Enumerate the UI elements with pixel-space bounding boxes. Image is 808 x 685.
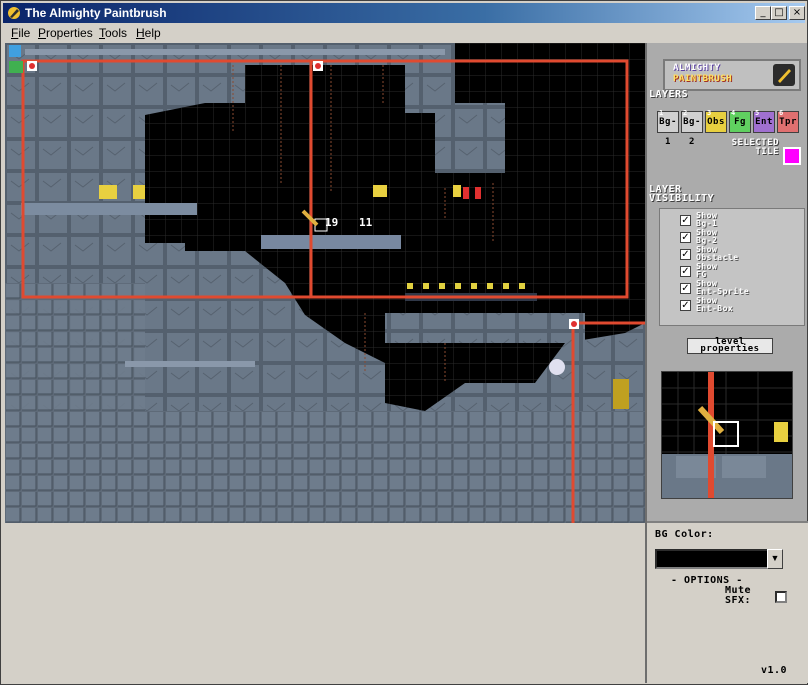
layers-title: LAYERS [649,89,689,100]
app-logo: ALMIGHTY PAINTBRUSH [663,59,801,91]
visibility-label-bg2: Show Bg-2 [696,228,718,245]
window-title: The Almighty Paintbrush [25,6,167,20]
layer-button-tpr[interactable]: 6 Tpr [777,109,799,133]
lower-options: BG Color: ▼ - OPTIONS - Mute SFX: v1.0 [647,521,808,683]
menu-bar: File Properties Tools Help [3,24,805,42]
tool-panel: ALMIGHTY PAINTBRUSH LAYERS 1 Bg-1 2 Bg-2 3… [645,43,808,683]
layer-button-bg1[interactable]: 1 Bg-1 [657,109,679,147]
layer-button-fg[interactable]: 4 Fg [729,109,751,133]
bg-color-select[interactable] [655,549,783,569]
level-properties-button[interactable]: level properties [687,338,773,354]
menu-tools[interactable]: Tools [99,26,127,40]
bg-color-label: BG Color: [655,529,714,540]
visibility-label-fg: Show FG [696,262,718,279]
tile-preview [661,371,793,499]
level-canvas[interactable]: 19 11 [5,43,645,523]
version-label: v1.0 [761,665,788,676]
visibility-label-bg1: Show Bg-1 [696,211,718,228]
visibility-checkbox-fg[interactable]: ✓ [680,266,691,277]
visibility-row-ent-sprite[interactable]: ✓ Show Ent-Sprite [664,279,804,297]
visibility-checkbox-bg2[interactable]: ✓ [680,232,691,243]
title-bar[interactable]: The Almighty Paintbrush _ □ × [3,3,805,23]
visibility-row-ent-box[interactable]: ✓ Show Ent-Box [664,296,804,314]
visibility-checkbox-ent-box[interactable]: ✓ [680,300,691,311]
hud-counter-2: 11 [359,216,373,229]
maximize-button[interactable]: □ [771,6,787,20]
logo-line-1: ALMIGHTY [673,63,721,73]
visibility-label-ent-box: Show Ent-Box [696,296,734,313]
level-map[interactable] [5,43,645,523]
mute-sfx-checkbox[interactable] [775,591,787,603]
visibility-title-2: VISIBILITY [649,193,715,204]
visibility-label-obstacle: Show Obstacle [696,245,739,262]
visibility-label-ent-sprite: Show Ent-Sprite [696,279,750,296]
visibility-row-bg2[interactable]: ✓ Show Bg-2 [664,228,804,246]
tile-preview-image [662,372,792,498]
mute-sfx-label: Mute SFX: [725,585,752,606]
menu-help[interactable]: Help [136,26,161,40]
layer-visibility-list: ✓ Show Bg-1 ✓ Show Bg-2 ✓ Show Obstacle ✓ S… [659,208,805,326]
canvas-empty-area [5,523,645,683]
selected-tile-title: SELECTED TILE [731,138,779,157]
palette-icon [773,64,795,86]
chevron-down-icon[interactable]: ▼ [767,549,783,569]
layer-button-ent[interactable]: 5 Ent [753,109,775,133]
app-icon [8,7,20,19]
visibility-checkbox-bg1[interactable]: ✓ [680,215,691,226]
hud-counter-1: 19 [325,216,339,229]
menu-properties[interactable]: Properties [38,26,93,40]
selected-tile-swatch[interactable] [783,147,801,165]
close-button[interactable]: × [789,6,805,20]
layer-button-obs[interactable]: 3 Obs [705,109,727,133]
visibility-checkbox-obstacle[interactable]: ✓ [680,249,691,260]
layer-button-bg2[interactable]: 2 Bg-2 [681,109,703,147]
minimize-button[interactable]: _ [755,6,771,20]
visibility-row-fg[interactable]: ✓ Show FG [664,262,804,280]
visibility-row-bg1[interactable]: ✓ Show Bg-1 [664,211,804,229]
app-window: The Almighty Paintbrush _ □ × File Prope… [0,0,808,685]
visibility-row-obstacle[interactable]: ✓ Show Obstacle [664,245,804,263]
menu-file[interactable]: File [11,26,30,40]
logo-line-2: PAINTBRUSH [673,74,733,84]
visibility-checkbox-ent-sprite[interactable]: ✓ [680,283,691,294]
